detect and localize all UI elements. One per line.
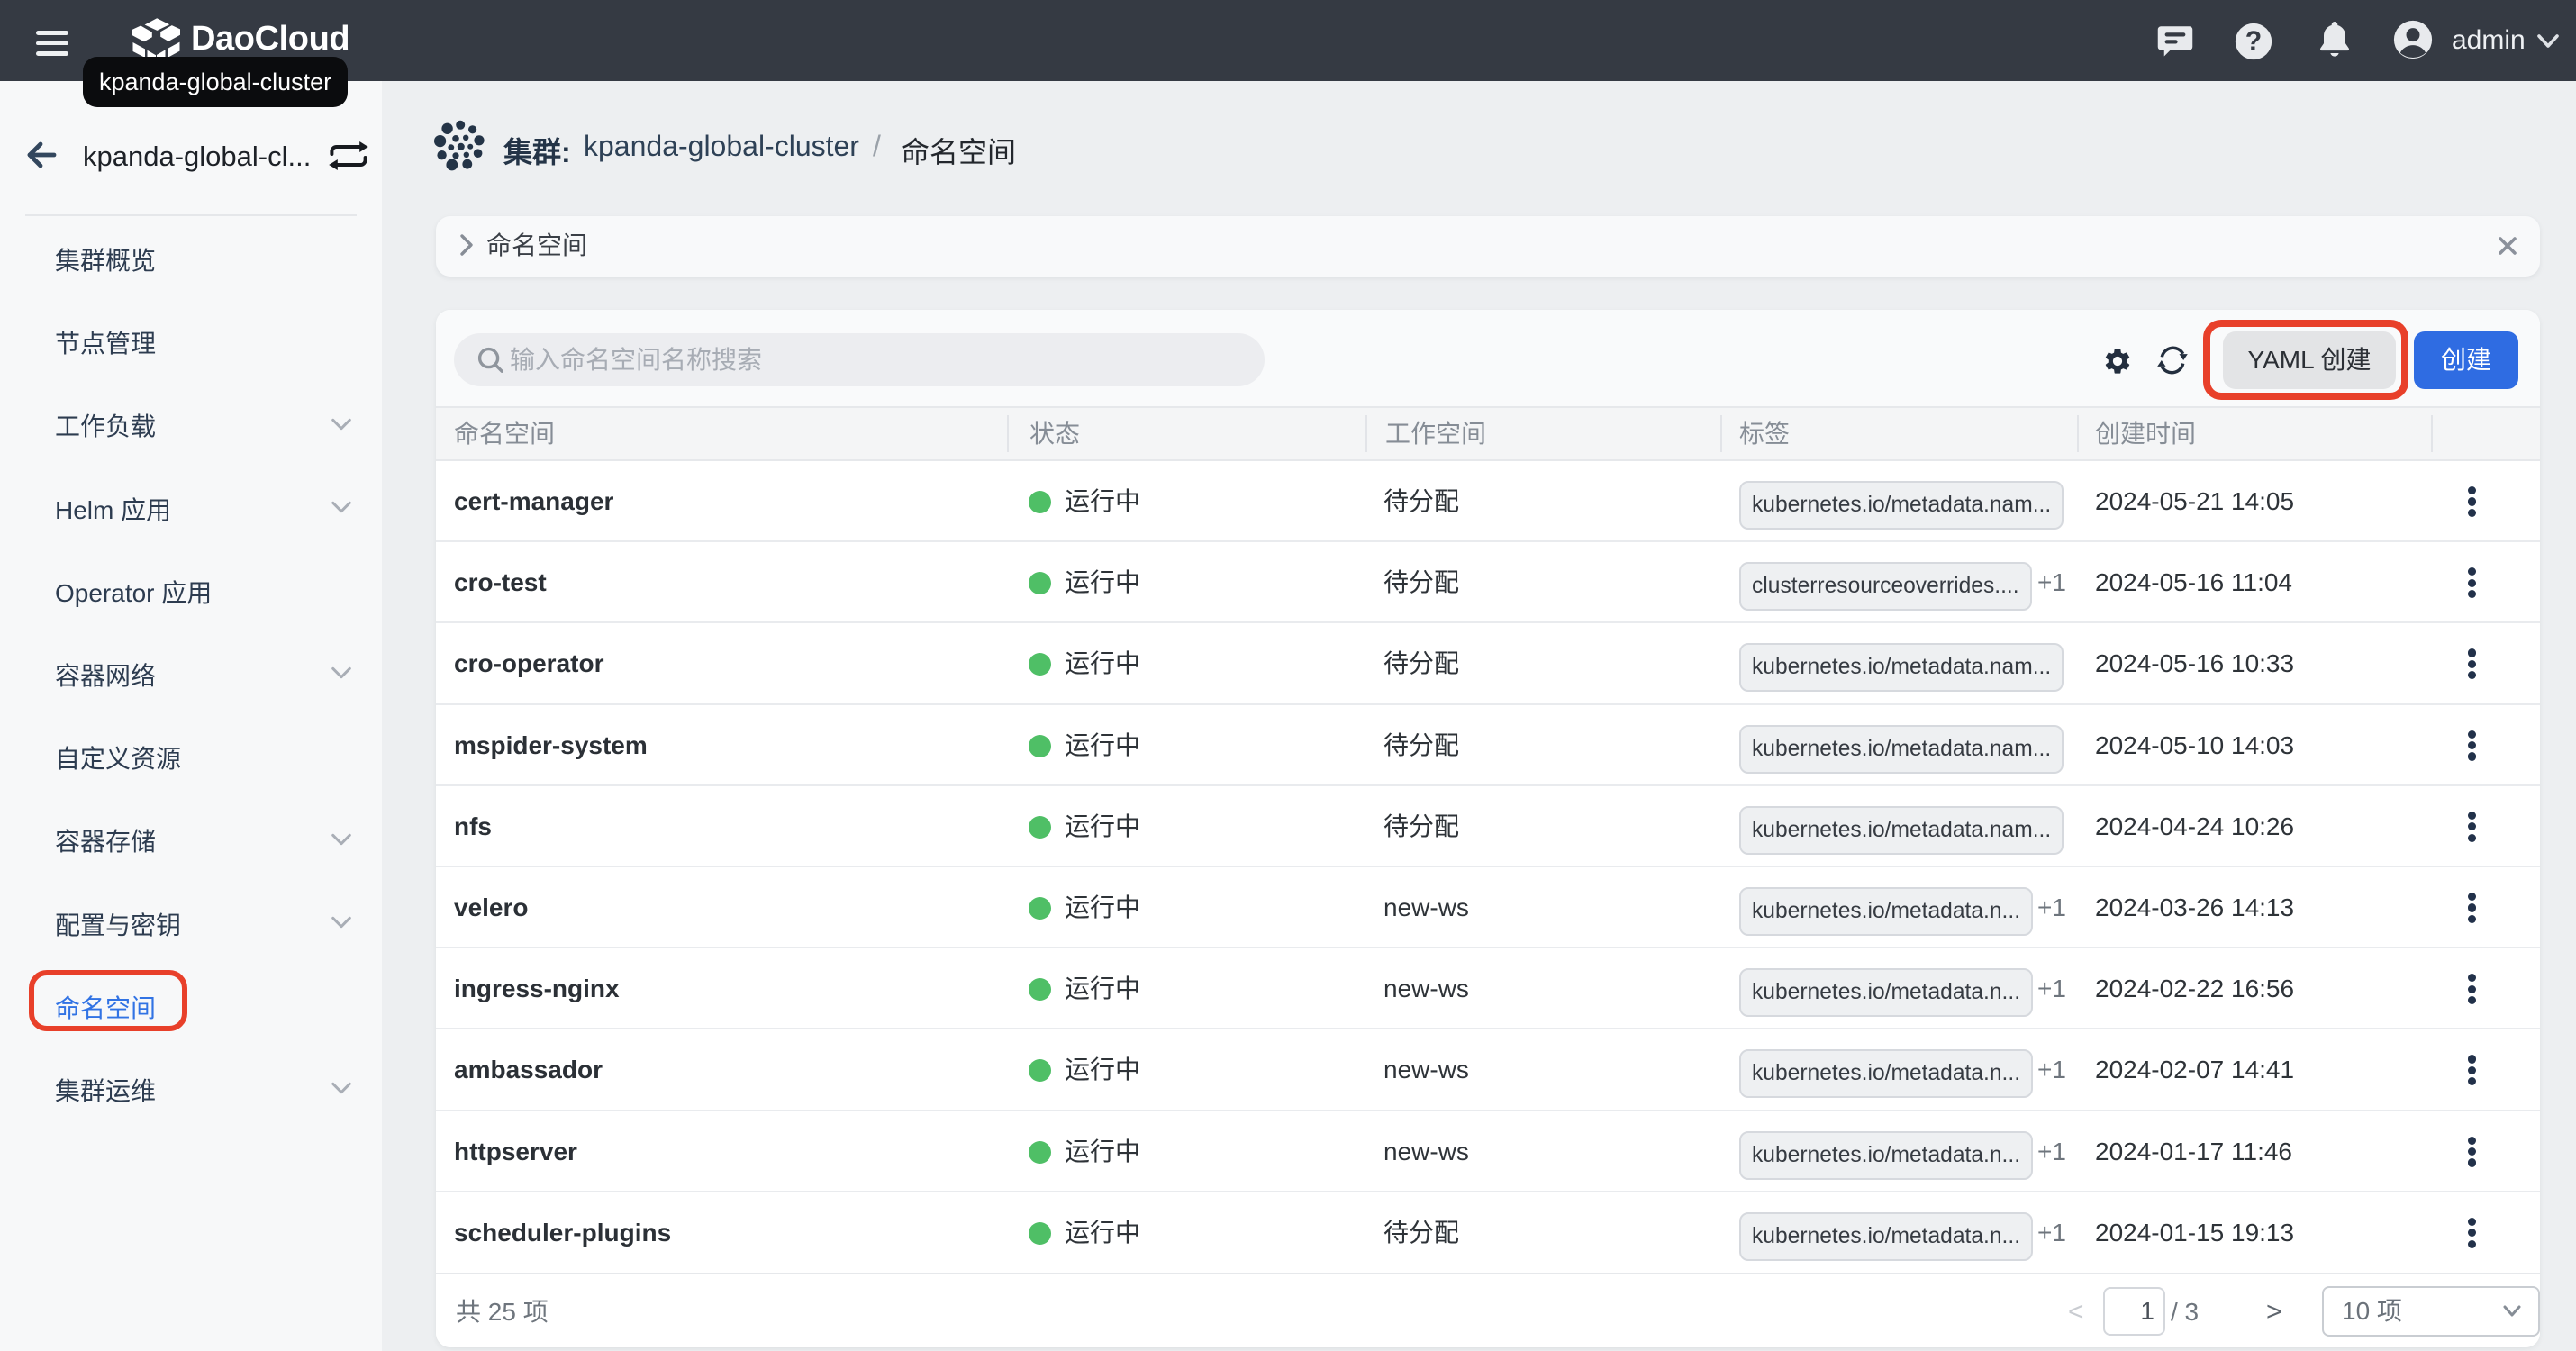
svg-text:?: ?: [2245, 27, 2262, 57]
